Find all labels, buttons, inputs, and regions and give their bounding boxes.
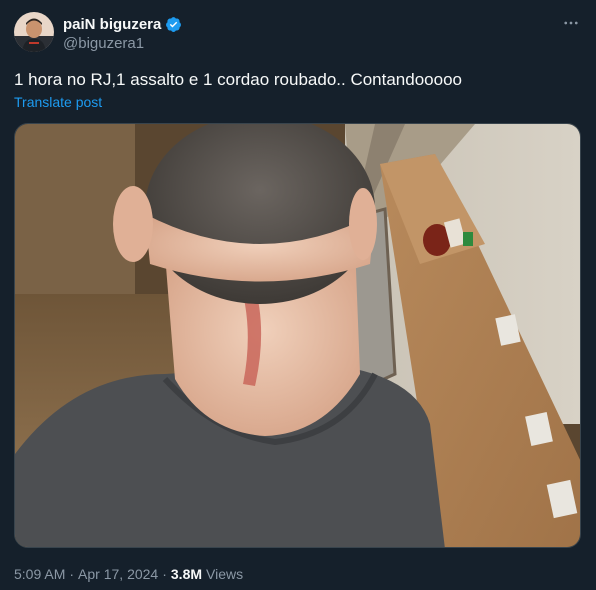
more-options-icon[interactable] [560, 12, 582, 34]
translate-post-link[interactable]: Translate post [14, 94, 102, 110]
meta-separator: · [162, 566, 167, 582]
meta-separator: · [69, 566, 75, 582]
avatar-image [14, 12, 54, 52]
tweet-text: 1 hora no RJ,1 assalto e 1 cordao roubad… [14, 70, 462, 89]
photo-illustration [15, 124, 580, 547]
author-name-row: paiN biguzera [63, 14, 182, 34]
author-handle[interactable]: @biguzera1 [63, 35, 144, 52]
verified-badge-icon [165, 16, 182, 33]
author-display-name[interactable]: paiN biguzera [63, 16, 161, 33]
attached-photo[interactable] [14, 123, 581, 548]
tweet-date[interactable]: Apr 17, 2024 [78, 566, 158, 582]
tweet-meta: 5:09 AM · Apr 17, 2024 · 3.8M Views [14, 566, 243, 582]
avatar[interactable] [14, 12, 54, 52]
tweet-card: paiN biguzera @biguzera1 1 hora no RJ,1 … [0, 0, 596, 590]
tweet-time[interactable]: 5:09 AM [14, 566, 65, 582]
views-label: Views [206, 566, 244, 582]
views-count[interactable]: 3.8M [171, 566, 202, 582]
